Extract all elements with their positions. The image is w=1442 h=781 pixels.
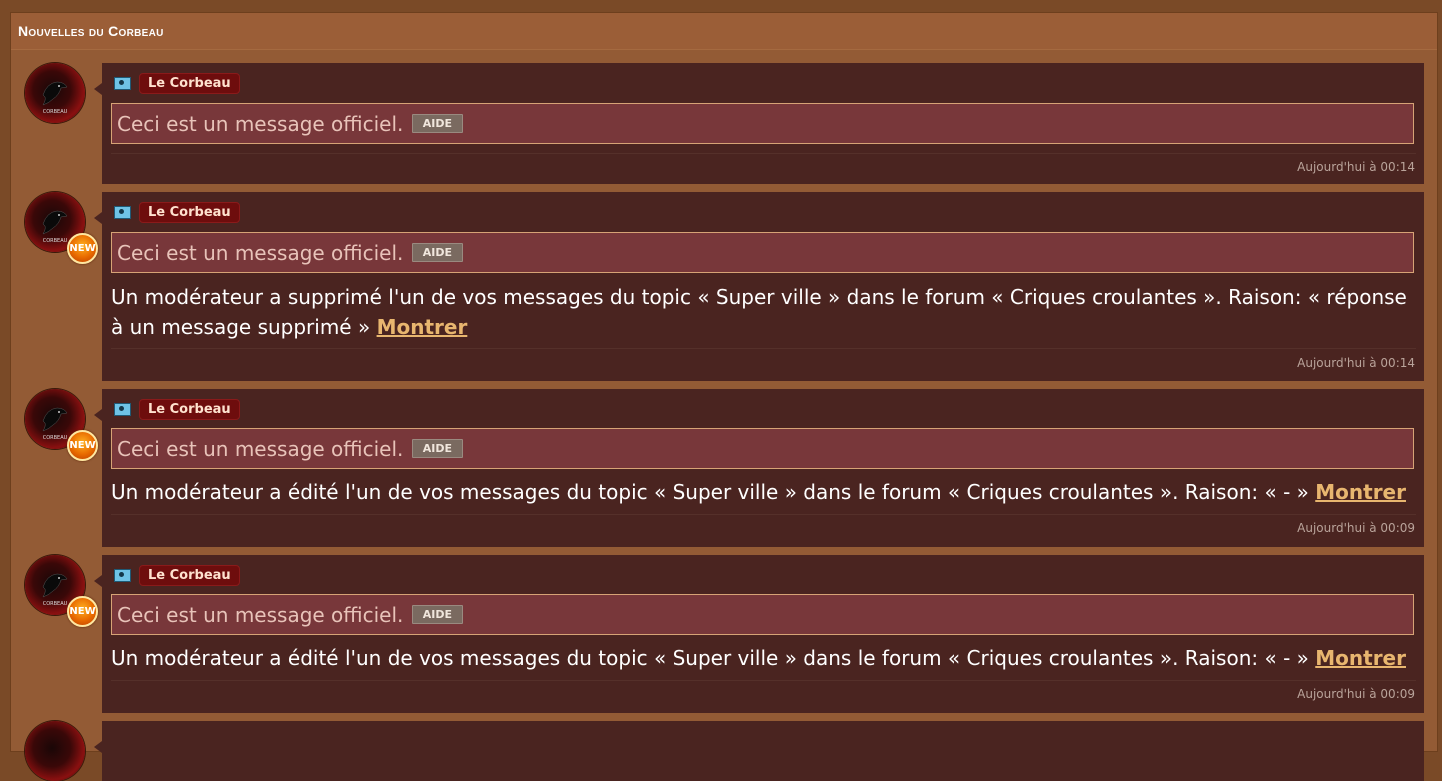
aide-button[interactable]: AIDE [411, 114, 464, 133]
author-row: Le Corbeau [114, 564, 240, 586]
official-text: Ceci est un message officiel. [117, 112, 404, 136]
message-text: Un modérateur a édité l'un de vos messag… [111, 477, 1416, 507]
profile-card-icon[interactable] [114, 76, 131, 90]
avatar[interactable] [25, 721, 85, 781]
message-card: Le Corbeau Ceci est un message officiel.… [94, 192, 1424, 381]
message-text: Un modérateur a supprimé l'un de vos mes… [111, 282, 1416, 342]
profile-card-icon[interactable] [114, 402, 131, 416]
message-card [94, 721, 1424, 781]
divider [111, 680, 1416, 681]
author-tag[interactable]: Le Corbeau [139, 398, 240, 420]
new-badge-icon: NEW [67, 430, 98, 461]
show-link[interactable]: Montrer [1315, 646, 1406, 670]
aide-button[interactable]: AIDE [411, 243, 464, 262]
author-tag[interactable]: Le Corbeau [139, 201, 240, 223]
show-link[interactable]: Montrer [377, 315, 468, 339]
panel-title: Nouvelles du Corbeau [11, 13, 1437, 50]
divider [111, 153, 1416, 154]
message-card: Le Corbeau Ceci est un message officiel.… [94, 555, 1424, 713]
message-body: Un modérateur a édité l'un de vos messag… [111, 646, 1309, 670]
profile-card-icon[interactable] [114, 568, 131, 582]
avatar[interactable]: CORBEAU [25, 63, 85, 123]
divider [111, 348, 1416, 349]
official-message-box: Ceci est un message officiel. AIDE [111, 103, 1414, 144]
author-tag[interactable]: Le Corbeau [139, 564, 240, 586]
new-badge-icon: NEW [67, 233, 98, 264]
official-message-box: Ceci est un message officiel. AIDE [111, 594, 1414, 635]
timestamp: Aujourd'hui à 00:09 [1297, 687, 1415, 701]
new-badge-icon: NEW [67, 596, 98, 627]
message-body: Un modérateur a édité l'un de vos messag… [111, 480, 1309, 504]
official-message-box: Ceci est un message officiel. AIDE [111, 232, 1414, 273]
news-panel: Nouvelles du Corbeau CORBEAU Le Corbeau … [10, 12, 1438, 781]
official-text: Ceci est un message officiel. [117, 437, 404, 461]
message-body: Un modérateur a supprimé l'un de vos mes… [111, 285, 1407, 339]
show-link[interactable]: Montrer [1315, 480, 1406, 504]
official-message-box: Ceci est un message officiel. AIDE [111, 428, 1414, 469]
timestamp: Aujourd'hui à 00:14 [1297, 356, 1415, 370]
author-row: Le Corbeau [114, 72, 240, 94]
timestamp: Aujourd'hui à 00:09 [1297, 521, 1415, 535]
aide-button[interactable]: AIDE [411, 605, 464, 624]
official-text: Ceci est un message officiel. [117, 241, 404, 265]
message-text: Un modérateur a édité l'un de vos messag… [111, 643, 1416, 673]
divider [111, 514, 1416, 515]
author-tag[interactable]: Le Corbeau [139, 72, 240, 94]
aide-button[interactable]: AIDE [411, 439, 464, 458]
official-text: Ceci est un message officiel. [117, 603, 404, 627]
message-card: Le Corbeau Ceci est un message officiel.… [94, 389, 1424, 547]
author-row: Le Corbeau [114, 398, 240, 420]
raven-icon [42, 81, 68, 106]
raven-icon [42, 407, 68, 432]
author-row: Le Corbeau [114, 201, 240, 223]
message-card: Le Corbeau Ceci est un message officiel.… [94, 63, 1424, 184]
raven-icon [42, 573, 68, 598]
raven-icon [42, 210, 68, 235]
timestamp: Aujourd'hui à 00:14 [1297, 160, 1415, 174]
profile-card-icon[interactable] [114, 205, 131, 219]
avatar-caption: CORBEAU [42, 109, 68, 115]
